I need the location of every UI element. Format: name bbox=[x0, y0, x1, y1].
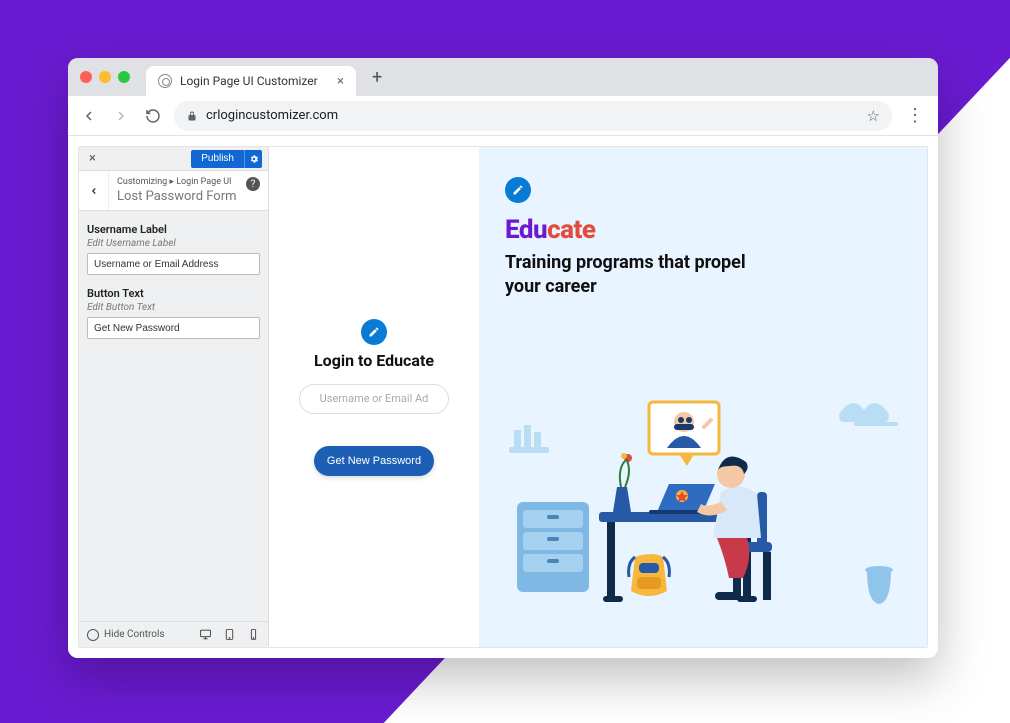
back-button[interactable] bbox=[78, 105, 100, 127]
pencil-icon bbox=[361, 319, 387, 345]
new-tab-button[interactable]: + bbox=[366, 67, 388, 88]
login-heading: Login to Educate bbox=[314, 351, 434, 370]
publish-button[interactable]: Publish bbox=[191, 150, 244, 168]
tab-close-icon[interactable]: × bbox=[337, 74, 344, 89]
hide-controls-button[interactable]: Hide Controls bbox=[87, 629, 165, 641]
username-label-title: Username Label bbox=[87, 223, 260, 236]
close-window-icon[interactable] bbox=[80, 71, 92, 83]
customizer-app: × Publish Customizing ▸ Login Pag bbox=[78, 146, 928, 648]
username-email-input[interactable]: Username or Email Ad bbox=[299, 384, 449, 414]
browser-toolbar: crlogincustomizer.com ☆ ⋮ bbox=[68, 96, 938, 136]
hero-illustration bbox=[499, 392, 919, 622]
window-controls bbox=[80, 71, 130, 83]
mobile-device-icon[interactable] bbox=[246, 628, 260, 642]
reload-button[interactable] bbox=[142, 105, 164, 127]
button-text-title: Button Text bbox=[87, 287, 260, 300]
get-new-password-button[interactable]: Get New Password bbox=[314, 446, 434, 476]
tablet-device-icon[interactable] bbox=[222, 628, 236, 642]
login-preview: Login to Educate Username or Email Ad Ge… bbox=[269, 147, 927, 647]
username-label-input[interactable] bbox=[87, 253, 260, 275]
customizer-breadcrumb: Customizing ▸ Login Page UI Lost Passwor… bbox=[79, 171, 268, 211]
customizer-topbar: × Publish bbox=[79, 147, 268, 171]
browser-tabbar: Login Page UI Customizer × + bbox=[68, 58, 938, 96]
button-text-hint: Edit Button Text bbox=[87, 302, 260, 313]
breadcrumb-path: Customizing ▸ Login Page UI bbox=[117, 177, 260, 187]
browser-menu-icon[interactable]: ⋮ bbox=[902, 105, 928, 126]
bookmark-star-icon[interactable]: ☆ bbox=[867, 107, 880, 125]
maximize-window-icon[interactable] bbox=[118, 71, 130, 83]
address-bar[interactable]: crlogincustomizer.com ☆ bbox=[174, 101, 892, 131]
customizer-close-icon[interactable]: × bbox=[85, 151, 100, 166]
customizer-footer: Hide Controls bbox=[79, 621, 268, 647]
page-viewport: × Publish Customizing ▸ Login Pag bbox=[68, 136, 938, 658]
browser-tab[interactable]: Login Page UI Customizer × bbox=[146, 66, 356, 96]
username-label-hint: Edit Username Label bbox=[87, 238, 260, 249]
hero-tagline: Training programs that propel your caree… bbox=[505, 251, 765, 300]
browser-window: Login Page UI Customizer × + crlogincust… bbox=[68, 58, 938, 658]
hero-panel: Educate Training programs that propel yo… bbox=[479, 147, 927, 647]
customizer-controls: Username Label Edit Username Label Butto… bbox=[79, 211, 268, 359]
tab-title: Login Page UI Customizer bbox=[180, 74, 318, 88]
login-form-panel: Login to Educate Username or Email Ad Ge… bbox=[269, 147, 479, 647]
breadcrumb-back-button[interactable] bbox=[79, 171, 109, 210]
forward-button[interactable] bbox=[110, 105, 132, 127]
publish-settings-icon[interactable] bbox=[244, 150, 262, 168]
breadcrumb-title: Lost Password Form bbox=[117, 189, 260, 204]
lock-icon bbox=[186, 110, 198, 122]
pencil-icon bbox=[505, 177, 531, 203]
help-icon[interactable]: ? bbox=[246, 177, 260, 191]
minimize-window-icon[interactable] bbox=[99, 71, 111, 83]
desktop-device-icon[interactable] bbox=[198, 628, 212, 642]
button-text-input[interactable] bbox=[87, 317, 260, 339]
url-text: crlogincustomizer.com bbox=[206, 108, 338, 123]
brand-title: Educate bbox=[505, 215, 901, 245]
globe-icon bbox=[158, 74, 172, 88]
eye-icon bbox=[87, 629, 99, 641]
customizer-sidebar: × Publish Customizing ▸ Login Pag bbox=[79, 147, 269, 647]
